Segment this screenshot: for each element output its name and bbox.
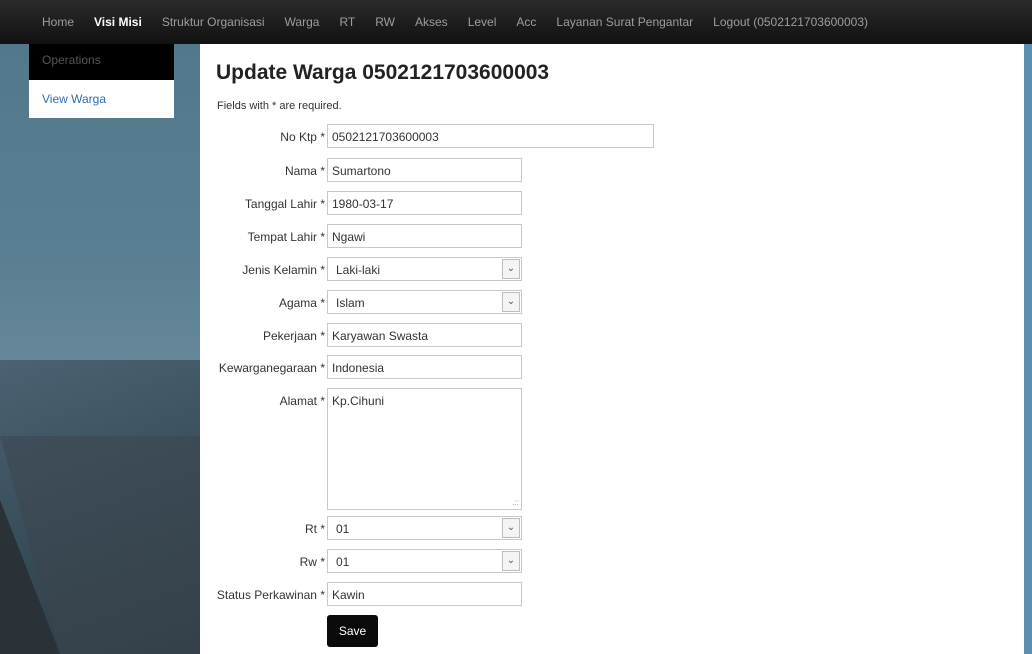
form-row-nama: Nama * Sumartono (200, 158, 522, 182)
nav-akses[interactable]: Akses (415, 15, 448, 29)
label-kewarganegaraan: Kewarganegaraan (218, 361, 317, 375)
nav-warga[interactable]: Warga (285, 15, 320, 29)
page-title: Update Warga 0502121703600003 (216, 61, 550, 84)
resize-grip-icon[interactable]: .:: (512, 498, 519, 507)
required-marker: * (320, 230, 325, 244)
form-row-rw: Rw * 01 ⌄ (200, 549, 522, 573)
status-perkawinan-input[interactable]: Kawin (327, 582, 522, 606)
form-row-jenis-kelamin: Jenis Kelamin * Laki-laki ⌄ (200, 257, 522, 281)
nav-visi-misi[interactable]: Visi Misi (94, 15, 142, 29)
tempat-lahir-input[interactable]: Ngawi (327, 224, 522, 248)
form-row-alamat: Alamat * Kp.Cihuni .:: (200, 388, 522, 510)
rw-select[interactable]: 01 ⌄ (327, 549, 522, 573)
required-marker: * (320, 361, 325, 375)
form-row-tempat-lahir: Tempat Lahir * Ngawi (200, 224, 522, 248)
label-tanggal-lahir: Tanggal Lahir (244, 197, 317, 211)
label-nama: Nama (284, 164, 317, 178)
kewarganegaraan-input[interactable]: Indonesia (327, 355, 522, 379)
label-rw: Rw (299, 555, 317, 569)
chevron-down-icon[interactable]: ⌄ (502, 551, 520, 571)
form-row-tanggal-lahir: Tanggal Lahir * 1980-03-17 (200, 191, 522, 215)
no-ktp-input[interactable]: 0502121703600003 (327, 124, 654, 148)
nav-rt[interactable]: RT (339, 15, 355, 29)
required-marker: * (320, 197, 325, 211)
required-marker: * (320, 164, 325, 178)
required-marker: * (320, 555, 325, 569)
nav-level[interactable]: Level (468, 15, 497, 29)
sidebar-item-view-warga[interactable]: View Warga (29, 80, 174, 118)
form-row-pekerjaan: Pekerjaan * Karyawan Swasta (200, 323, 522, 347)
label-status-perkawinan: Status Perkawinan (216, 588, 317, 602)
required-marker: * (320, 263, 325, 277)
top-navbar: Home Visi Misi Struktur Organisasi Warga… (0, 0, 1032, 44)
operations-sidebar: Operations View Warga (29, 44, 174, 118)
label-agama: Agama (278, 296, 317, 310)
label-jenis-kelamin: Jenis Kelamin (242, 263, 317, 277)
label-alamat: Alamat (279, 394, 317, 408)
sidebar-heading: Operations (29, 44, 174, 80)
required-note: Fields with * are required. (217, 100, 342, 112)
agama-value: Islam (336, 296, 365, 310)
main-content: Update Warga 0502121703600003 Fields wit… (200, 44, 1024, 654)
required-marker: * (320, 588, 325, 602)
nama-input[interactable]: Sumartono (327, 158, 522, 182)
chevron-down-icon[interactable]: ⌄ (502, 518, 520, 538)
nav-home[interactable]: Home (42, 15, 74, 29)
jenis-kelamin-value: Laki-laki (336, 263, 381, 277)
required-marker: * (320, 522, 325, 536)
nav-acc[interactable]: Acc (516, 15, 536, 29)
alamat-value: Kp.Cihuni (332, 394, 385, 408)
rt-select[interactable]: 01 ⌄ (327, 516, 522, 540)
nav-logout[interactable]: Logout (0502121703600003) (713, 15, 868, 29)
tanggal-lahir-input[interactable]: 1980-03-17 (327, 191, 522, 215)
nav-rw[interactable]: RW (375, 15, 395, 29)
rt-value: 01 (336, 522, 350, 536)
rw-value: 01 (336, 555, 350, 569)
required-marker: * (320, 130, 325, 144)
label-rt: Rt (304, 522, 317, 536)
pekerjaan-input[interactable]: Karyawan Swasta (327, 323, 522, 347)
label-tempat-lahir: Tempat Lahir (247, 230, 317, 244)
form-row-agama: Agama * Islam ⌄ (200, 290, 522, 314)
required-marker: * (320, 296, 325, 310)
required-marker: * (320, 329, 325, 343)
label-no-ktp: No Ktp (280, 130, 317, 144)
nav-struktur-organisasi[interactable]: Struktur Organisasi (162, 15, 265, 29)
form-row-rt: Rt * 01 ⌄ (200, 516, 522, 540)
chevron-down-icon[interactable]: ⌄ (502, 292, 520, 312)
jenis-kelamin-select[interactable]: Laki-laki ⌄ (327, 257, 522, 281)
label-pekerjaan: Pekerjaan (262, 329, 317, 343)
chevron-down-icon[interactable]: ⌄ (502, 259, 520, 279)
save-button[interactable]: Save (327, 615, 378, 647)
agama-select[interactable]: Islam ⌄ (327, 290, 522, 314)
nav-layanan-surat[interactable]: Layanan Surat Pengantar (556, 15, 693, 29)
alamat-textarea[interactable]: Kp.Cihuni .:: (327, 388, 522, 510)
form-row-kewarganegaraan: Kewarganegaraan * Indonesia (200, 355, 522, 379)
form-row-no-ktp: No Ktp * 0502121703600003 (200, 124, 654, 148)
required-marker: * (320, 394, 325, 408)
form-row-status-perkawinan: Status Perkawinan * Kawin (200, 582, 522, 606)
background-edge (1024, 44, 1032, 654)
